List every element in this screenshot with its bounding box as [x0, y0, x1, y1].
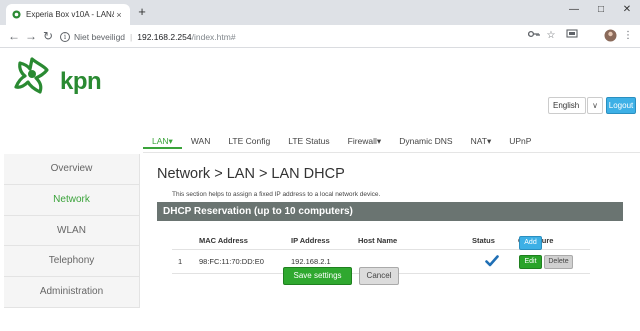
column-header-ip: IP Address — [291, 236, 330, 245]
info-icon[interactable]: i — [60, 31, 70, 42]
language-select[interactable]: English — [548, 97, 586, 114]
favicon-icon — [12, 10, 21, 19]
tab-wan[interactable]: WAN — [182, 133, 220, 149]
column-header-mac: MAC Address — [199, 236, 248, 245]
panel-title: DHCP Reservation (up to 10 computers) — [157, 202, 623, 221]
reload-icon[interactable]: ↻ — [40, 28, 56, 44]
column-header-host: Host Name — [358, 236, 398, 245]
top-navigation: LAN▾ WAN LTE Config LTE Status Firewall▾… — [143, 133, 540, 149]
page-title: Network > LAN > LAN DHCP — [157, 166, 345, 182]
tab-lan[interactable]: LAN▾ — [143, 133, 182, 149]
chevron-down-icon[interactable]: ∨ — [587, 97, 603, 114]
close-window-icon[interactable]: ✕ — [614, 0, 640, 20]
nav-divider — [143, 152, 640, 153]
key-icon[interactable] — [527, 29, 541, 43]
menu-icon[interactable]: ⋮ — [622, 29, 634, 43]
new-tab-button[interactable]: + — [135, 5, 149, 19]
security-label: Niet beveiligd — [74, 31, 126, 42]
sidebar-item-telephony[interactable]: Telephony — [4, 246, 139, 278]
main-content: Network > LAN > LAN DHCP This section he… — [157, 166, 623, 274]
mac-address-cell: 98:FC:11:70:DD:E0 — [199, 257, 264, 266]
tab-nat[interactable]: NAT▾ — [462, 133, 501, 149]
status-check-icon — [485, 255, 499, 267]
logout-button[interactable]: Logout — [606, 97, 636, 114]
kpn-logo-icon — [14, 57, 49, 94]
browser-tab[interactable]: Experia Box v10A - LAN&nbsp;& × — [6, 4, 130, 25]
tab-lte-config[interactable]: LTE Config — [219, 133, 279, 149]
delete-button[interactable]: Delete — [544, 255, 573, 269]
url-separator: | — [130, 31, 133, 42]
sidebar-item-wlan[interactable]: WLAN — [4, 216, 139, 247]
minimize-icon[interactable]: — — [561, 0, 587, 20]
sidebar-item-network[interactable]: Network — [4, 184, 139, 216]
address-bar[interactable]: i Niet beveiligd | 192.168.2.254 /index.… — [60, 28, 522, 45]
save-settings-button[interactable]: Save settings — [283, 267, 352, 285]
back-icon[interactable]: ← — [6, 28, 22, 44]
tab-lte-status[interactable]: LTE Status — [279, 133, 338, 149]
browser-titlebar: Experia Box v10A - LAN&nbsp;& × + — □ ✕ — [0, 0, 640, 25]
profile-icon[interactable] — [603, 29, 617, 43]
router-page: kpn English ∨ Logout LAN▾ WAN LTE Config… — [0, 48, 640, 331]
sidebar-item-administration[interactable]: Administration — [4, 277, 139, 308]
cancel-button[interactable]: Cancel — [359, 267, 399, 285]
kpn-logo-text: kpn — [60, 68, 102, 95]
forward-icon[interactable]: → — [23, 28, 39, 44]
sidebar-item-overview[interactable]: Overview — [4, 154, 139, 185]
sidebar: Overview Network WLAN Telephony Administ… — [4, 154, 140, 308]
add-button[interactable]: Add — [519, 236, 542, 250]
page-description: This section helps to assign a fixed IP … — [172, 191, 381, 198]
tab-title: Experia Box v10A - LAN&nbsp;& — [26, 10, 114, 19]
browser-toolbar: ← → ↻ i Niet beveiligd | 192.168.2.254 /… — [0, 25, 640, 48]
cast-icon[interactable] — [565, 29, 579, 43]
tab-close-icon[interactable]: × — [114, 10, 124, 20]
star-icon[interactable]: ☆ — [544, 29, 558, 43]
tab-dynamic-dns[interactable]: Dynamic DNS — [390, 133, 461, 149]
url-host: 192.168.2.254 — [137, 31, 192, 42]
tab-upnp[interactable]: UPnP — [500, 133, 540, 149]
maximize-icon[interactable]: □ — [588, 0, 614, 20]
kpn-logo: kpn — [14, 56, 102, 100]
row-index: 1 — [178, 257, 183, 266]
edit-button[interactable]: Edit — [519, 255, 542, 269]
url-path: /index.htm# — [191, 31, 236, 42]
column-header-status: Status — [472, 236, 495, 245]
tab-firewall[interactable]: Firewall▾ — [339, 133, 391, 149]
